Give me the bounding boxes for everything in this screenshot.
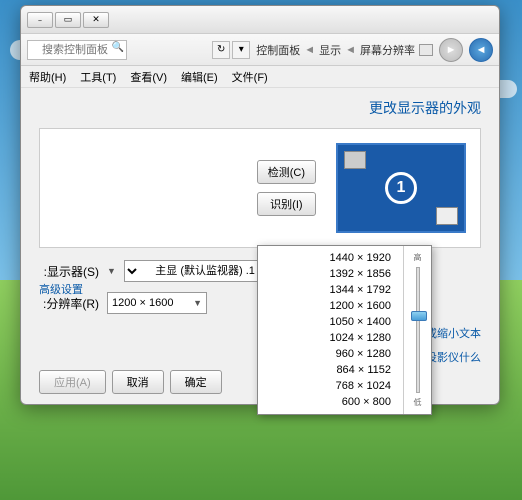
chevron-down-icon: ▼ (193, 298, 202, 308)
minimize-button[interactable]: ﹣ (27, 12, 53, 28)
chevron-down-icon: ▼ (107, 266, 116, 276)
search-wrap (27, 40, 127, 60)
slider-track[interactable] (416, 267, 420, 393)
resolution-option[interactable]: 1280 × 960 (258, 346, 403, 362)
slider-thumb[interactable] (411, 311, 427, 321)
display-label: 显示器(S): (39, 263, 99, 280)
resolution-option[interactable]: 1856 × 1392 (258, 266, 403, 282)
chevron-icon: ◄ (304, 44, 315, 56)
monitor-preview[interactable]: 1 (336, 143, 466, 233)
breadcrumb-item[interactable]: 显示 (319, 42, 341, 58)
close-button[interactable]: ✕ (83, 12, 109, 28)
resolution-option[interactable]: 1600 × 1200 (258, 298, 403, 314)
resolution-option[interactable]: 1920 × 1440 (258, 250, 403, 266)
resolution-option[interactable]: 1400 × 1050 (258, 314, 403, 330)
window-thumb-icon (344, 151, 366, 169)
resolution-option[interactable]: 1792 × 1344 (258, 282, 403, 298)
titlebar[interactable]: ﹣ ▭ ✕ (21, 6, 499, 34)
forward-button[interactable]: ► (439, 38, 463, 62)
window-thumb-icon (436, 207, 458, 225)
slider-bottom-label: 低 (414, 397, 422, 408)
resolution-list: 1920 × 14401856 × 13921792 × 13441600 × … (258, 246, 403, 414)
dialog-buttons: 应用(A) 取消 确定 (39, 370, 222, 394)
back-button[interactable]: ◄ (469, 38, 493, 62)
breadcrumb[interactable]: 屏幕分辨率 ◄ 显示 ◄ 控制面板 (256, 42, 433, 58)
ok-button[interactable]: 确定 (170, 370, 222, 394)
breadcrumb-item[interactable]: 控制面板 (256, 42, 300, 58)
monitor-icon (419, 44, 433, 56)
breadcrumb-item[interactable]: 屏幕分辨率 (360, 42, 415, 58)
refresh-icon[interactable]: ↻ (212, 41, 230, 59)
page-title: 更改显示器的外观 (39, 98, 481, 118)
resolution-option[interactable]: 1024 × 768 (258, 378, 403, 394)
resolution-value: 1600 × 1200 (112, 297, 174, 309)
menu-help[interactable]: 帮助(H) (29, 69, 66, 85)
menu-edit[interactable]: 编辑(E) (181, 69, 218, 85)
resolution-option[interactable]: 1152 × 864 (258, 362, 403, 378)
dropdown-arrow-icon[interactable]: ▾ (232, 41, 250, 59)
resolution-slider[interactable]: 高 低 (403, 246, 431, 414)
toolbar: ◄ ► 屏幕分辨率 ◄ 显示 ◄ 控制面板 ▾ ↻ (21, 34, 499, 66)
resolution-option[interactable]: 800 × 600 (258, 394, 403, 410)
detect-button[interactable]: 检测(C) (257, 160, 316, 184)
preview-area: 1 检测(C) 识别(I) (39, 128, 481, 248)
advanced-settings-link[interactable]: 高级设置 (39, 284, 83, 296)
resolution-dropdown: 1920 × 14401856 × 13921792 × 13441600 × … (257, 245, 432, 415)
resolution-option[interactable]: 1280 × 1024 (258, 330, 403, 346)
cancel-button[interactable]: 取消 (112, 370, 164, 394)
identify-button[interactable]: 识别(I) (257, 192, 316, 216)
menu-view[interactable]: 查看(V) (130, 69, 167, 85)
resolution-combo[interactable]: ▼ 1600 × 1200 (107, 292, 207, 314)
chevron-icon: ◄ (345, 44, 356, 56)
slider-top-label: 高 (414, 252, 422, 263)
apply-button[interactable]: 应用(A) (39, 370, 106, 394)
maximize-button[interactable]: ▭ (55, 12, 81, 28)
search-input[interactable] (27, 40, 127, 60)
menu-file[interactable]: 文件(F) (232, 69, 268, 85)
menubar: 文件(F) 编辑(E) 查看(V) 工具(T) 帮助(H) (21, 66, 499, 88)
display-select[interactable]: 1. 主显 (默认监视器) (124, 260, 264, 282)
monitor-number-icon: 1 (385, 172, 417, 204)
menu-tools[interactable]: 工具(T) (80, 69, 116, 85)
